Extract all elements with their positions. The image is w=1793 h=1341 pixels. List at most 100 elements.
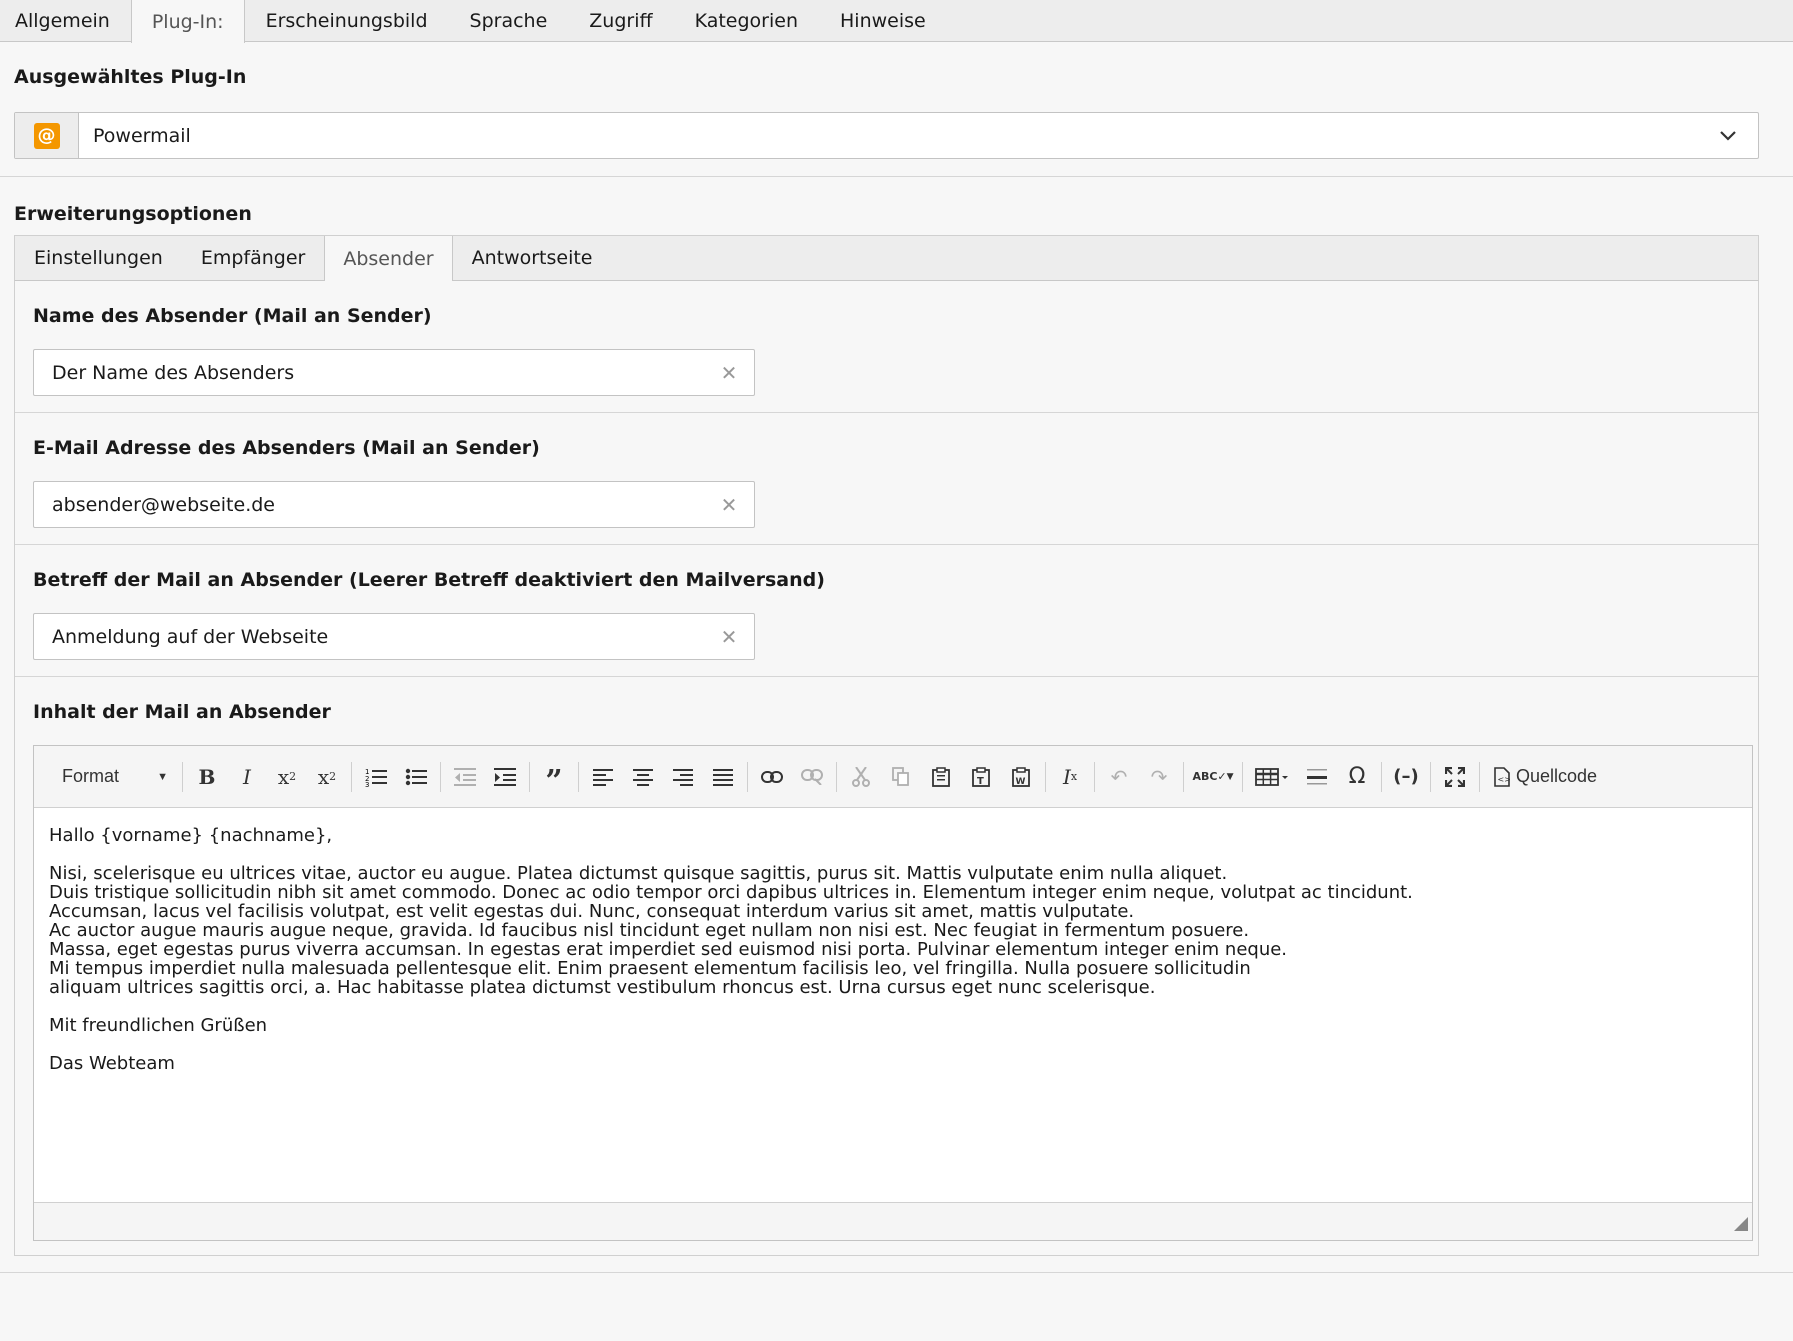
cut-icon[interactable] xyxy=(841,759,881,795)
undo-icon[interactable]: ↶ xyxy=(1099,759,1139,795)
outdent-icon[interactable] xyxy=(445,759,485,795)
tab-antwortseite[interactable]: Antwortseite xyxy=(453,236,612,280)
content-line: Massa, eget egestas purus viverra accums… xyxy=(49,939,1288,960)
blockquote-icon[interactable]: ” xyxy=(534,759,574,799)
subject-field: Betreff der Mail an Absender (Leerer Bet… xyxy=(15,545,1758,677)
content-signature: Das Webteam xyxy=(49,1053,175,1074)
tab-allgemein[interactable]: Allgemein xyxy=(0,0,131,41)
spellcheck-icon[interactable]: ABC✓ ▼ xyxy=(1188,759,1238,795)
paste-icon[interactable] xyxy=(921,759,961,795)
sender-name-input[interactable]: Der Name des Absenders ✕ xyxy=(33,349,755,396)
clear-icon[interactable]: ✕ xyxy=(704,625,754,649)
align-right-icon[interactable] xyxy=(663,759,703,795)
content-line: Nisi, scelerisque eu ultrices vitae, auc… xyxy=(49,863,1228,884)
tab-kategorien[interactable]: Kategorien xyxy=(674,0,819,41)
subject-value: Anmeldung auf der Webseite xyxy=(52,625,329,648)
content-line: Ac auctor augue mauris augue neque, grav… xyxy=(49,920,1250,941)
editor-content[interactable]: Hallo {vorname} {nachname}, Nisi, sceler… xyxy=(34,808,1752,1202)
divider xyxy=(0,1272,1793,1273)
tab-absender[interactable]: Absender xyxy=(324,236,453,281)
rich-text-editor: Format ▼ B I x2 x2 123 ” T W I x ↶ ↷ ABC… xyxy=(33,745,1753,1241)
extension-section-title: Erweiterungsoptionen xyxy=(14,203,252,225)
subject-input[interactable]: Anmeldung auf der Webseite ✕ xyxy=(33,613,755,660)
tab-plug-in[interactable]: Plug-In: xyxy=(130,0,245,43)
toolbar-separator xyxy=(351,761,352,792)
resize-grip-icon[interactable] xyxy=(1734,1214,1748,1236)
toolbar-separator xyxy=(1430,761,1431,792)
plugin-select-value: Powermail xyxy=(93,124,191,147)
chevron-down-icon[interactable] xyxy=(1698,113,1758,158)
sender-email-value: absender@webseite.de xyxy=(52,493,275,516)
numbered-list-icon[interactable]: 123 xyxy=(356,759,396,795)
sender-name-label: Name des Absender (Mail an Sender) xyxy=(33,305,432,327)
toolbar-separator xyxy=(578,761,579,792)
content-line: aliquam ultrices sagittis orci, a. Hac h… xyxy=(49,977,1156,998)
clear-icon[interactable]: ✕ xyxy=(704,361,754,385)
format-dropdown-label: Format xyxy=(62,766,120,786)
format-dropdown[interactable]: Format ▼ xyxy=(48,766,178,787)
special-char-icon[interactable]: Ω xyxy=(1337,759,1377,795)
svg-text:T: T xyxy=(977,776,984,787)
sender-email-input[interactable]: absender@webseite.de ✕ xyxy=(33,481,755,528)
svg-text:3: 3 xyxy=(365,781,369,787)
plugin-icon-box: @ xyxy=(15,113,79,158)
indent-icon[interactable] xyxy=(485,759,525,795)
tab-zugriff[interactable]: Zugriff xyxy=(568,0,673,41)
caret-down-icon: ▼ xyxy=(157,770,168,783)
remove-format-icon[interactable]: Ix xyxy=(1050,759,1090,795)
copy-icon[interactable] xyxy=(881,759,921,795)
table-icon[interactable] xyxy=(1247,759,1297,795)
align-left-icon[interactable] xyxy=(583,759,623,795)
toolbar-separator xyxy=(1045,761,1046,792)
justify-icon[interactable] xyxy=(703,759,743,795)
extension-tab-bar: Einstellungen Empfänger Absender Antwort… xyxy=(14,235,1759,281)
toolbar-separator xyxy=(1381,761,1382,792)
content-line: Accumsan, lacus vel facilisis volutpat, … xyxy=(49,901,1135,922)
plugin-section: Ausgewähltes Plug-In @ Powermail xyxy=(0,42,1793,159)
tab-empfaenger[interactable]: Empfänger xyxy=(182,236,325,280)
sender-email-field: E-Mail Adresse des Absenders (Mail an Se… xyxy=(15,413,1758,545)
tab-hinweise[interactable]: Hinweise xyxy=(819,0,947,41)
toolbar-separator xyxy=(1094,761,1095,792)
align-center-icon[interactable] xyxy=(623,759,663,795)
plugin-section-title: Ausgewähltes Plug-In xyxy=(14,66,247,88)
italic-icon[interactable]: I xyxy=(227,759,267,795)
sender-email-label: E-Mail Adresse des Absenders (Mail an Se… xyxy=(33,437,540,459)
content-closing: Mit freundlichen Grüßen xyxy=(49,1015,268,1036)
horizontal-line-icon[interactable] xyxy=(1297,759,1337,795)
redo-icon[interactable]: ↷ xyxy=(1139,759,1179,795)
superscript-icon[interactable]: x2 xyxy=(307,759,347,795)
link-icon[interactable] xyxy=(752,759,792,795)
tab-sprache[interactable]: Sprache xyxy=(449,0,569,41)
svg-text:<>: <> xyxy=(1498,775,1511,784)
bullet-list-icon[interactable] xyxy=(396,759,436,795)
maximize-icon[interactable] xyxy=(1435,759,1475,795)
toolbar-separator xyxy=(1183,761,1184,792)
subject-label: Betreff der Mail an Absender (Leerer Bet… xyxy=(33,569,825,591)
content-line: Mi tempus imperdiet nulla malesuada pell… xyxy=(49,958,1251,979)
editor-toolbar: Format ▼ B I x2 x2 123 ” T W I x ↶ ↷ ABC… xyxy=(34,746,1752,808)
source-button-label: Quellcode xyxy=(1516,766,1598,786)
sender-name-field: Name des Absender (Mail an Sender) Der N… xyxy=(15,281,1758,413)
soft-hyphen-icon[interactable]: (–) xyxy=(1386,759,1426,795)
top-tab-bar: Allgemein Plug-In: Erscheinungsbild Spra… xyxy=(0,0,1793,43)
editor-statusbar xyxy=(34,1202,1752,1240)
powermail-icon: @ xyxy=(33,122,60,149)
unlink-icon[interactable] xyxy=(792,759,832,795)
toolbar-separator xyxy=(836,761,837,792)
source-icon: <> xyxy=(1494,766,1511,787)
tab-einstellungen[interactable]: Einstellungen xyxy=(15,236,182,280)
subscript-icon[interactable]: x2 xyxy=(267,759,307,795)
tab-erscheinungsbild[interactable]: Erscheinungsbild xyxy=(245,0,449,41)
toolbar-separator xyxy=(1242,761,1243,792)
extension-section: Erweiterungsoptionen Einstellungen Empfä… xyxy=(0,177,1793,1256)
paste-word-icon[interactable]: W xyxy=(1001,759,1041,795)
paste-text-icon[interactable]: T xyxy=(961,759,1001,795)
plugin-select[interactable]: @ Powermail xyxy=(14,112,1759,159)
body-label: Inhalt der Mail an Absender xyxy=(33,701,331,723)
bold-icon[interactable]: B xyxy=(187,759,227,795)
source-button[interactable]: <> Quellcode xyxy=(1484,766,1607,787)
clear-icon[interactable]: ✕ xyxy=(704,493,754,517)
toolbar-separator xyxy=(1479,761,1480,792)
toolbar-separator xyxy=(182,761,183,792)
